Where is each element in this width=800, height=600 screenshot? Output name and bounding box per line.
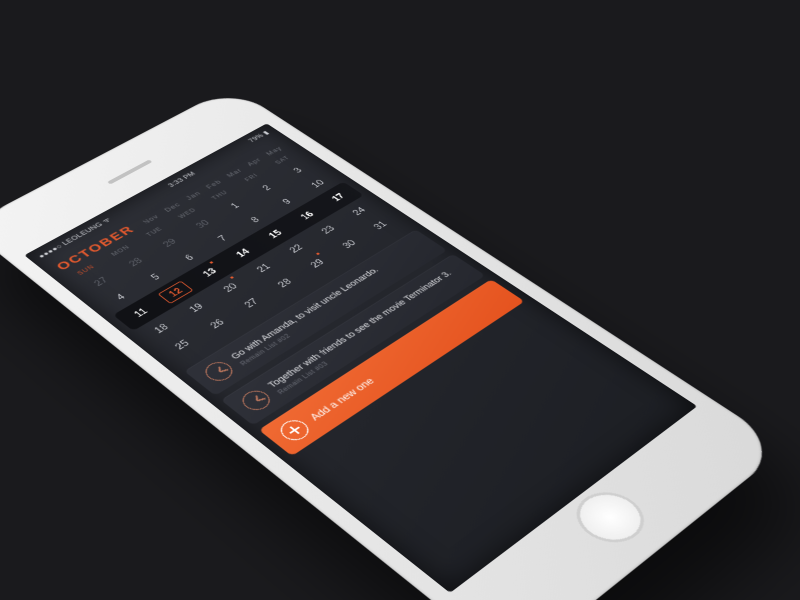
event-dot-icon: [209, 261, 213, 264]
phone-speaker: [107, 159, 153, 184]
event-dot-icon: [230, 276, 234, 279]
clock-icon: [237, 387, 275, 414]
phone-frame: ●●●●○ LEOLEUNG ᯤ 3:33 PM 79% ▮ OCTOBER N…: [0, 86, 786, 600]
clock-icon: [200, 358, 238, 384]
plus-icon: [275, 416, 314, 444]
event-dot-icon: [316, 252, 320, 255]
